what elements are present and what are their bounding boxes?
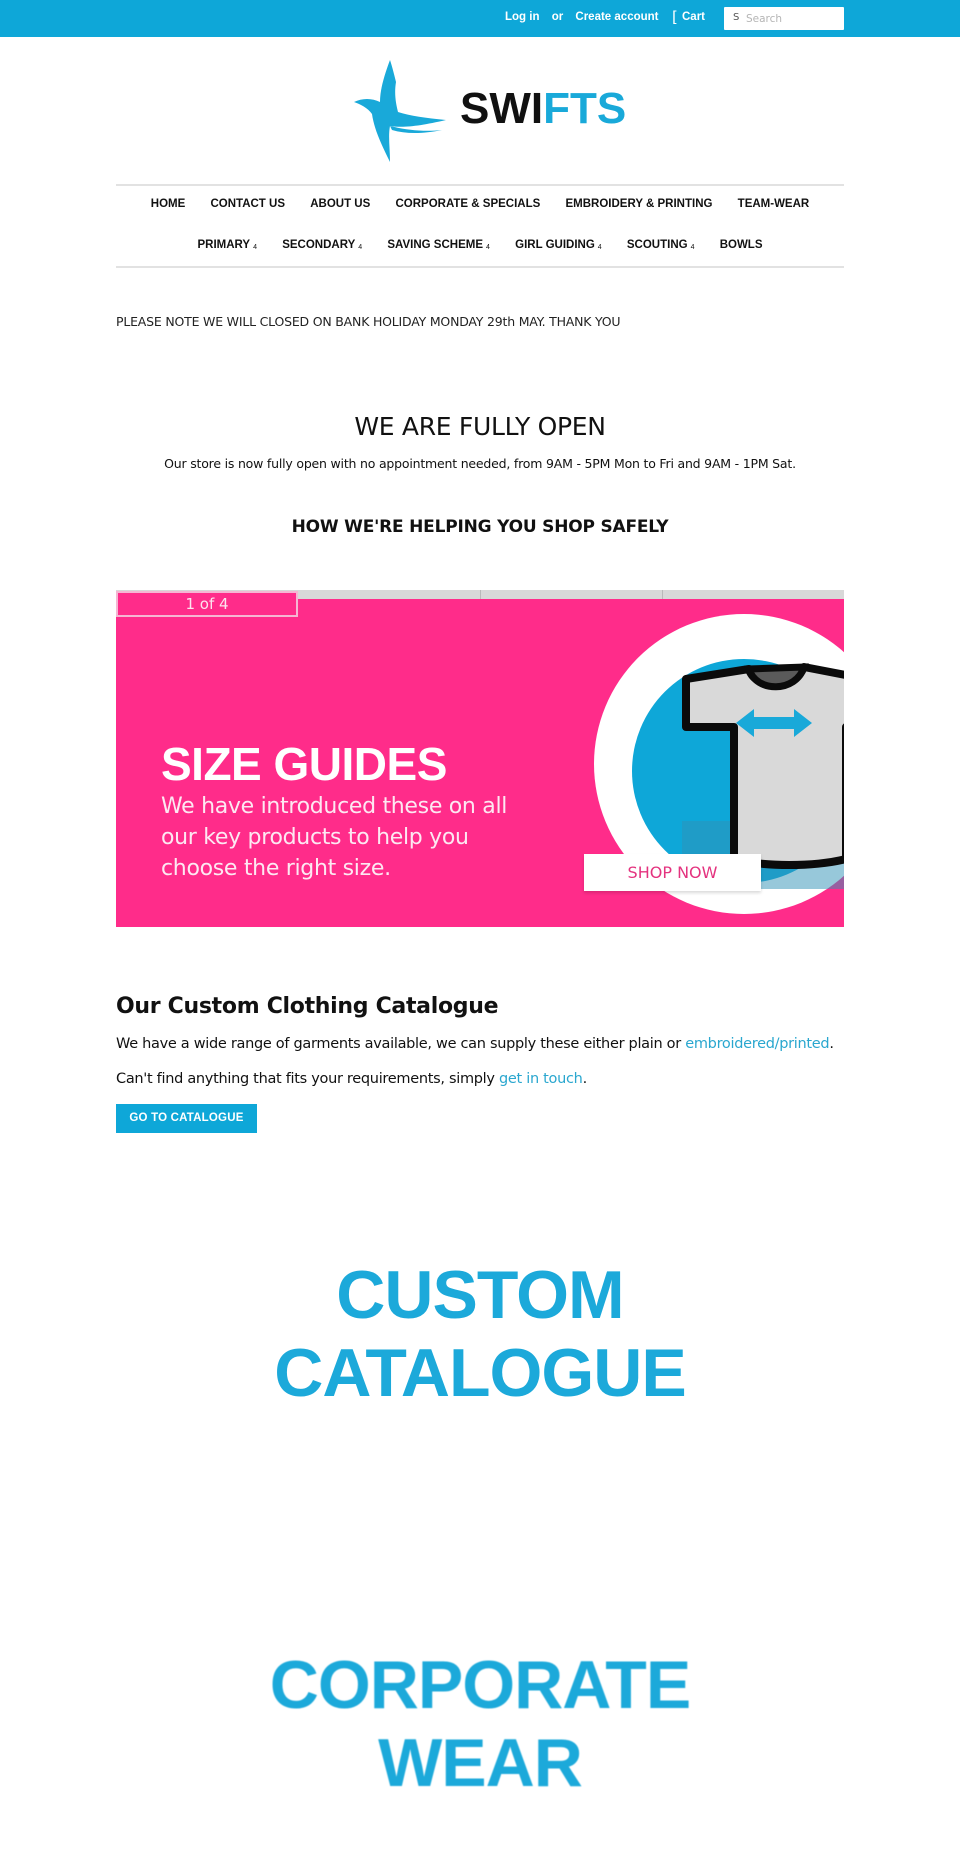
catalogue-text-1: We have a wide range of garments availab… <box>116 1036 834 1052</box>
main-nav-row-1: HOME CONTACT US ABOUT US CORPORATE & SPE… <box>116 198 844 210</box>
slide-title: SIZE GUIDES <box>161 738 447 790</box>
nav-item-team-wear[interactable]: TEAM-WEAR <box>738 198 810 210</box>
catalogue-text-2: Can't find anything that fits your requi… <box>116 1071 587 1087</box>
nav-divider-top <box>116 184 844 186</box>
shop-now-button[interactable]: SHOP NOW <box>584 854 761 891</box>
create-account-link[interactable]: Create account <box>575 11 658 23</box>
slide-counter[interactable]: 1 of 4 <box>116 591 298 617</box>
slider-tab-divider <box>480 590 481 599</box>
nav-item-secondary[interactable]: SECONDARY 4 <box>282 239 362 251</box>
holiday-notice: PLEASE NOTE WE WILL CLOSED ON BANK HOLID… <box>116 314 621 329</box>
nav-item-saving-scheme[interactable]: SAVING SCHEME 4 <box>387 239 490 251</box>
get-in-touch-link[interactable]: get in touch <box>499 1071 583 1087</box>
account-links: Log in or Create account <box>505 11 659 23</box>
nav-item-girl-guiding[interactable]: GIRL GUIDING 4 <box>515 239 602 251</box>
dropdown-arrow-icon: 4 <box>486 244 490 251</box>
logo-wordmark: SWIFTS <box>460 84 627 133</box>
slide-description: We have introduced these on all our key … <box>161 794 508 881</box>
cart-link[interactable]: Cart <box>682 11 705 23</box>
nav-item-corporate-specials[interactable]: CORPORATE & SPECIALS <box>395 198 540 210</box>
open-heading: WE ARE FULLY OPEN <box>354 412 606 441</box>
dropdown-arrow-icon: 4 <box>597 244 602 251</box>
dropdown-arrow-icon: 4 <box>253 244 257 251</box>
nav-item-contact-us[interactable]: CONTACT US <box>210 198 285 210</box>
swallow-bird-icon <box>354 60 446 162</box>
dropdown-arrow-icon: 4 <box>690 244 695 251</box>
nav-item-primary[interactable]: PRIMARY 4 <box>197 239 257 251</box>
dropdown-arrow-icon: 4 <box>358 244 363 251</box>
login-link[interactable]: Log in <box>505 11 540 23</box>
slider-tab-divider <box>662 590 663 599</box>
search-box: S <box>724 7 844 30</box>
nav-divider-bottom <box>116 266 844 268</box>
nav-item-bowls[interactable]: BOWLS <box>720 239 763 251</box>
promo-slider: 1 of 4 SIZE GUIDES We have introduced th… <box>116 590 844 928</box>
nav-item-scouting[interactable]: SCOUTING 4 <box>627 239 695 251</box>
search-input[interactable] <box>746 10 840 27</box>
nav-item-about-us[interactable]: ABOUT US <box>310 198 370 210</box>
logo[interactable]: SWIFTS <box>350 58 626 166</box>
catalogue-heading: Our Custom Clothing Catalogue <box>116 994 499 1019</box>
shop-safely-heading: HOW WE'RE HELPING YOU SHOP SAFELY <box>291 517 669 537</box>
search-icon[interactable]: S <box>733 12 739 23</box>
nav-item-embroidery-printing[interactable]: EMBROIDERY & PRINTING <box>566 198 713 210</box>
main-nav-row-2: PRIMARY 4 SECONDARY 4 SAVING SCHEME 4 GIRL … <box>116 239 844 251</box>
or-text: or <box>551 11 564 23</box>
go-to-catalogue-button[interactable]: GO TO CATALOGUE <box>116 1104 257 1133</box>
cart-icon[interactable]: [ <box>672 8 678 26</box>
top-bar: Log in or Create account [ Cart S <box>0 0 960 37</box>
nav-item-home[interactable]: HOME <box>151 198 186 210</box>
opening-hours-text: Our store is now fully open with no appo… <box>164 456 796 471</box>
slide-size-guides[interactable]: SIZE GUIDES We have introduced these on … <box>116 599 844 927</box>
custom-catalogue-banner[interactable]: CUSTOM CATALOGUE <box>0 1256 960 1412</box>
embroidered-printed-link[interactable]: embroidered/printed <box>685 1036 829 1052</box>
corporate-wear-banner[interactable]: CORPORATE WEAR <box>0 1646 960 1802</box>
